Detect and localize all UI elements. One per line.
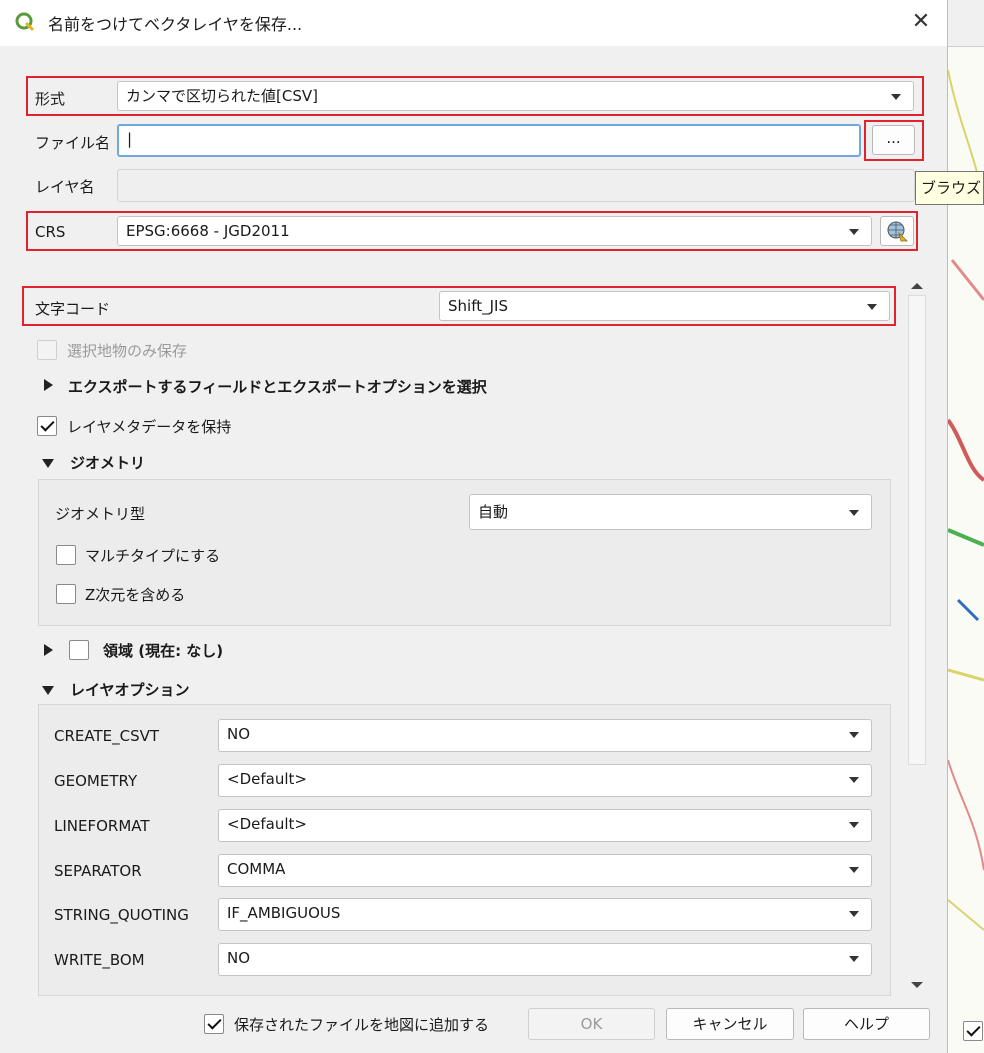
geometry-type-value: 自動: [478, 503, 509, 521]
z-dimension-checkbox[interactable]: [56, 584, 76, 604]
encoding-label: 文字コード: [35, 300, 111, 318]
expand-right-icon[interactable]: [44, 379, 53, 391]
option-name: SEPARATOR: [54, 862, 142, 880]
chevron-down-icon: [849, 777, 859, 783]
chevron-down-icon: [891, 94, 901, 100]
ok-button-label: OK: [580, 1015, 603, 1033]
option-value: NO: [227, 725, 251, 743]
option-combo[interactable]: NO: [218, 943, 872, 976]
geometry-type-combo[interactable]: 自動: [469, 494, 872, 530]
option-value: NO: [227, 949, 251, 967]
save-vector-layer-dialog: 名前をつけてベクタレイヤを保存... ✕ 形式 カンマで区切られた値[CSV] …: [0, 0, 984, 1053]
format-value: カンマで区切られた値[CSV]: [126, 87, 318, 105]
crs-combo[interactable]: EPSG:6668 - JGD2011: [117, 216, 872, 246]
z-dimension-label: Z次元を含める: [85, 586, 186, 604]
filename-value: |: [127, 130, 133, 148]
globe-icon: [887, 221, 908, 242]
qgis-logo-icon: [15, 12, 35, 32]
option-combo[interactable]: <Default>: [218, 764, 872, 797]
collapse-down-icon[interactable]: [42, 459, 54, 468]
extent-checkbox[interactable]: [69, 640, 89, 660]
browse-button-label: ...: [886, 129, 901, 147]
expand-right-icon[interactable]: [44, 644, 53, 656]
scrollbar-thumb[interactable]: [908, 295, 926, 765]
option-name: CREATE_CSVT: [54, 727, 160, 745]
option-combo[interactable]: COMMA: [218, 854, 872, 887]
layer-options-title[interactable]: レイヤオプション: [70, 679, 190, 700]
scroll-down-icon[interactable]: [911, 982, 923, 988]
keep-metadata-label: レイヤメタデータを保持: [67, 418, 232, 436]
multitype-label: マルチタイプにする: [85, 547, 221, 565]
filename-label: ファイル名: [35, 134, 111, 152]
encoding-combo[interactable]: Shift_JIS: [439, 291, 890, 321]
geometry-section-title[interactable]: ジオメトリ: [70, 452, 145, 473]
option-combo[interactable]: <Default>: [218, 809, 872, 842]
chevron-down-icon: [867, 304, 877, 310]
help-button[interactable]: ヘルプ: [803, 1008, 930, 1040]
collapse-down-icon[interactable]: [42, 686, 54, 695]
encoding-value: Shift_JIS: [448, 297, 508, 315]
cancel-button[interactable]: キャンセル: [666, 1008, 794, 1040]
crs-selector-button[interactable]: [880, 216, 914, 246]
option-name: WRITE_BOM: [54, 951, 145, 969]
ok-button[interactable]: OK: [528, 1008, 655, 1040]
browse-tooltip-text: ブラウズ: [921, 179, 982, 197]
title-bar: 名前をつけてベクタレイヤを保存... ✕: [0, 0, 947, 46]
crs-value: EPSG:6668 - JGD2011: [126, 222, 290, 240]
format-label: 形式: [35, 90, 66, 108]
extent-label[interactable]: 領域 (現在: なし): [103, 640, 223, 661]
scroll-up-icon[interactable]: [911, 283, 923, 289]
add-to-map-label: 保存されたファイルを地図に追加する: [234, 1016, 490, 1034]
dialog-title: 名前をつけてベクタレイヤを保存...: [48, 15, 303, 34]
selected-only-checkbox[interactable]: [37, 340, 57, 360]
option-name: STRING_QUOTING: [54, 906, 189, 924]
selected-only-label: 選択地物のみ保存: [67, 342, 188, 360]
layername-label: レイヤ名: [35, 178, 95, 196]
chevron-down-icon: [849, 822, 859, 828]
multitype-checkbox[interactable]: [56, 545, 76, 565]
format-combo[interactable]: カンマで区切られた値[CSV]: [117, 81, 914, 111]
option-name: GEOMETRY: [54, 772, 138, 790]
layername-input[interactable]: [117, 169, 915, 202]
add-to-map-checkbox[interactable]: [204, 1014, 224, 1034]
export-fields-toggle[interactable]: エクスポートするフィールドとエクスポートオプションを選択: [68, 376, 487, 397]
chevron-down-icon: [849, 956, 859, 962]
chevron-down-icon: [849, 510, 859, 516]
crs-label: CRS: [35, 223, 66, 241]
close-icon[interactable]: ✕: [906, 8, 936, 36]
map-layer-checkbox[interactable]: [963, 1021, 983, 1041]
browse-button[interactable]: ...: [872, 125, 915, 155]
option-value: <Default>: [227, 815, 307, 833]
chevron-down-icon: [849, 732, 859, 738]
option-value: <Default>: [227, 770, 307, 788]
map-lines: [948, 69, 984, 931]
option-value: COMMA: [227, 860, 286, 878]
chevron-down-icon: [849, 229, 859, 235]
filename-input[interactable]: |: [117, 124, 861, 157]
help-button-label: ヘルプ: [843, 1015, 889, 1033]
geometry-type-label: ジオメトリ型: [55, 505, 146, 523]
chevron-down-icon: [849, 867, 859, 873]
cancel-button-label: キャンセル: [692, 1015, 768, 1033]
option-combo[interactable]: NO: [218, 719, 872, 752]
option-name: LINEFORMAT: [54, 817, 150, 835]
option-combo[interactable]: IF_AMBIGUOUS: [218, 898, 872, 931]
background-map: [948, 0, 984, 1053]
browse-tooltip: ブラウズ: [915, 171, 984, 205]
chevron-down-icon: [849, 911, 859, 917]
keep-metadata-checkbox[interactable]: [37, 416, 57, 436]
option-value: IF_AMBIGUOUS: [227, 904, 341, 922]
